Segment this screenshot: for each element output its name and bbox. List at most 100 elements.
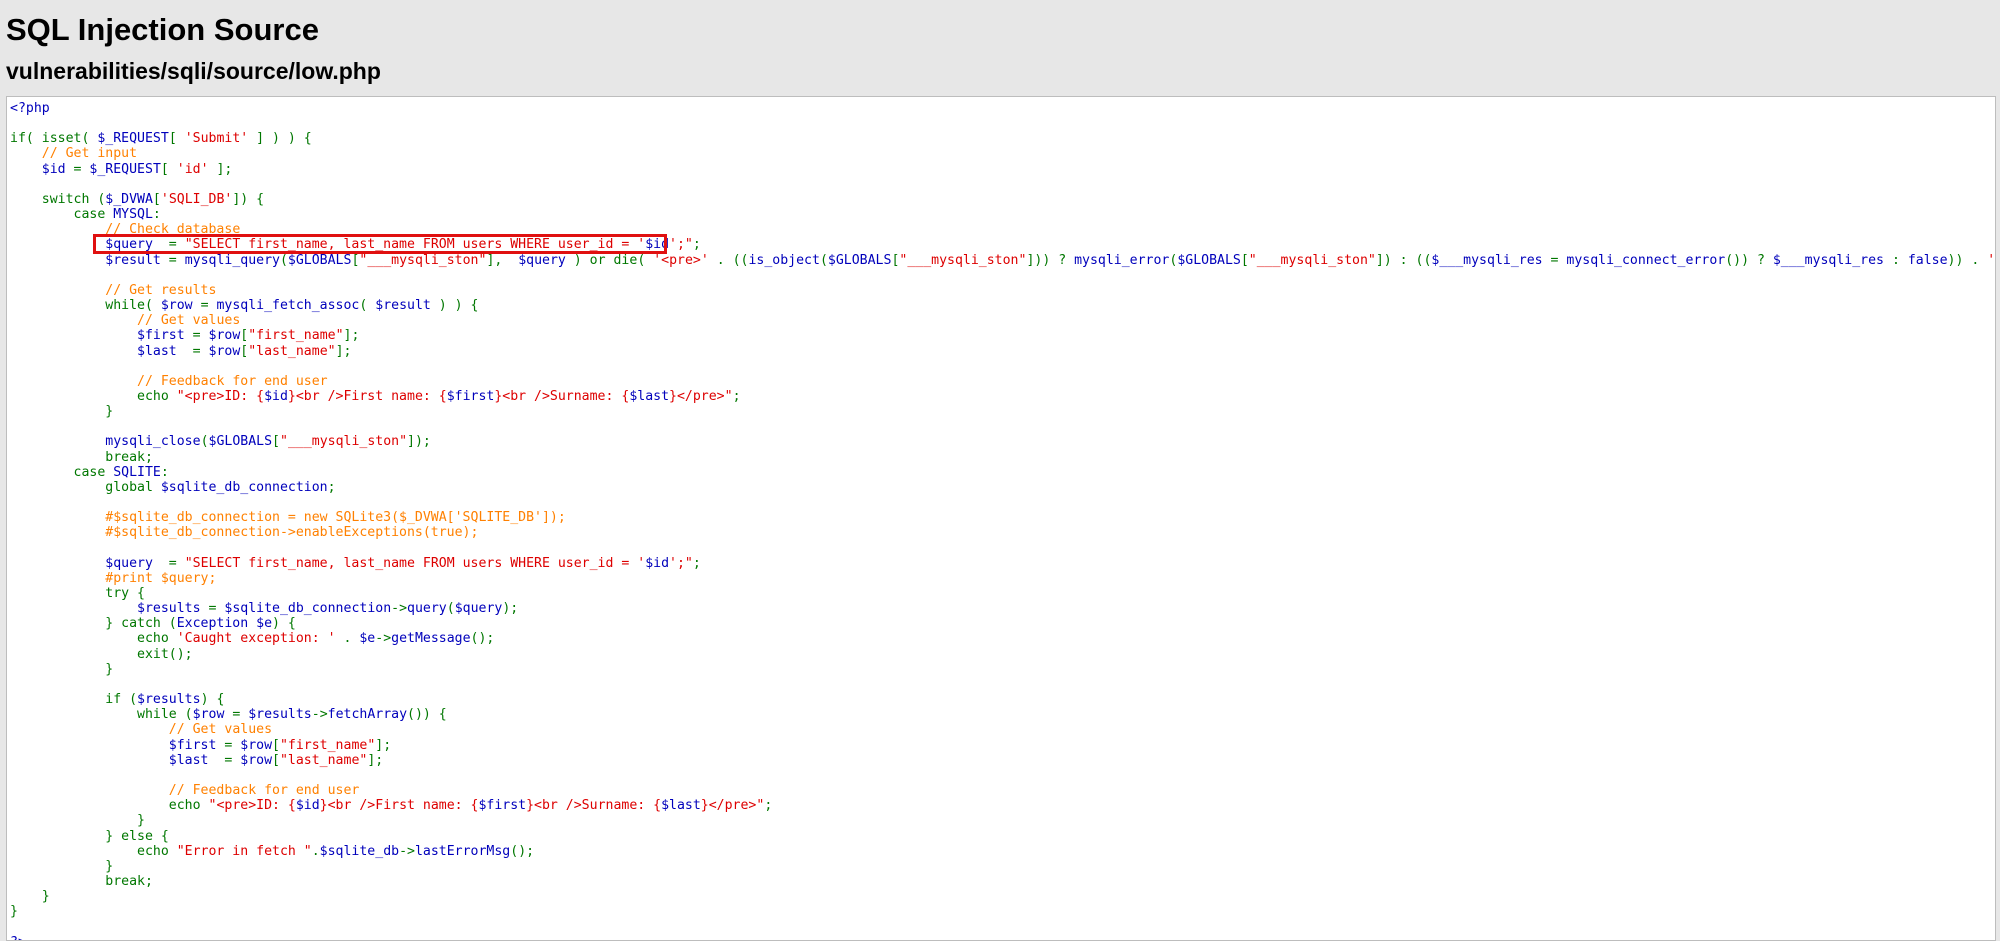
code-token: ( [819, 252, 828, 268]
code-line: } [10, 662, 113, 677]
code-line: // Feedback for end user [10, 374, 328, 389]
code-line: // Get results [10, 283, 216, 298]
code-line: // Get values [10, 313, 240, 328]
code-token: fetchArray [327, 707, 408, 723]
code-token: [ [152, 191, 161, 207]
code-token: . [311, 843, 320, 859]
code-token: 'SQLI_DB' [160, 191, 233, 207]
code-token: } catch ( [10, 616, 177, 632]
code-line: $query = "SELECT first_name, last_name F… [10, 237, 701, 252]
code-token: echo [10, 631, 177, 647]
code-token: '</pre>' [1987, 252, 1996, 268]
code-token: }<br />Surname: { [526, 798, 662, 814]
code-line: // Get input [10, 146, 137, 161]
code-line: mysqli_close($GLOBALS["___mysqli_ston"])… [10, 434, 431, 449]
code-token: $results [137, 692, 201, 708]
code-token: ], [486, 252, 519, 268]
code-token: 'Caught exception: ' [176, 631, 336, 647]
code-token: ]); [407, 434, 431, 450]
code-line: #$sqlite_db_connection = new SQLite3($_D… [10, 510, 566, 525]
code-line: while( $row = mysqli_fetch_assoc( $resul… [10, 298, 478, 313]
code-line: #print $query; [10, 571, 216, 586]
code-token: #print $query; [105, 570, 217, 586]
code-token: #$sqlite_db_connection = new SQLite3($_D… [105, 510, 566, 526]
code-line: echo "<pre>ID: {$id}<br />First name: {$… [10, 798, 773, 814]
code-token: [ [168, 131, 185, 147]
code-token: -> [391, 601, 408, 617]
code-token: $_DVWA [105, 191, 153, 207]
code-token: ) or die( [565, 252, 654, 268]
code-token: case [10, 464, 114, 480]
code-token: getMessage [391, 631, 471, 647]
code-token: "SELECT first_name, last_name FROM users… [184, 555, 646, 571]
code-line: } [10, 813, 145, 828]
code-token: ( [200, 434, 209, 450]
code-line: echo "Error in fetch ".$sqlite_db->lastE… [10, 844, 534, 859]
code-token: $_REQUEST [89, 161, 161, 177]
code-token: ( [359, 298, 376, 314]
code-line: } else { [10, 829, 169, 844]
code-line: <?php [10, 101, 50, 116]
code-token: ] ) ) { [248, 131, 312, 147]
code-token: mysqli_error [1074, 252, 1170, 268]
code-token: "___mysqli_ston" [280, 434, 408, 450]
code-token: "___mysqli_ston" [1248, 252, 1376, 268]
code-token: while ( [10, 707, 193, 723]
code-token: $last [661, 798, 701, 814]
code-token: $row [240, 752, 273, 768]
code-token: ( [446, 601, 455, 617]
code-token: global [10, 479, 161, 495]
code-token: $id [645, 237, 670, 253]
code-token: (); [510, 843, 535, 859]
code-line: } [10, 904, 18, 919]
code-token: query [407, 601, 447, 617]
code-token: // Get values [137, 313, 241, 329]
php-source-code: <?php if( isset( $_REQUEST[ 'Submit' ] )… [7, 97, 1996, 940]
code-token: = [160, 252, 185, 268]
code-token: = [152, 237, 185, 253]
code-line: if ($results) { [10, 692, 224, 707]
code-token: ';" [669, 237, 693, 253]
code-token: ; [764, 798, 773, 814]
code-token: ( [279, 252, 288, 268]
code-token: ]; [375, 737, 392, 753]
code-token: $GLOBALS [287, 252, 352, 268]
code-token: [ [272, 737, 280, 753]
code-token: [ [272, 752, 280, 768]
code-token: }<br />Surname: { [494, 388, 630, 404]
code-token: // Check database [105, 222, 241, 238]
code-line: $results = $sqlite_db_connection->query(… [10, 601, 518, 616]
code-token: $row [160, 298, 193, 314]
code-token: $query [454, 601, 503, 617]
code-token: <?php [10, 101, 50, 116]
code-token: $query [518, 252, 566, 268]
code-token: $e [359, 631, 376, 647]
code-line: switch ($_DVWA['SQLI_DB']) { [10, 192, 264, 207]
code-token: ) ) { [430, 298, 479, 314]
code-token: exit(); [10, 646, 193, 662]
code-token: = [192, 298, 217, 314]
code-token: ; [327, 479, 336, 495]
code-token: $GLOBALS [1177, 252, 1241, 268]
code-token: mysqli_close [105, 434, 201, 450]
code-token: $row [208, 343, 241, 359]
code-token: $id [41, 161, 66, 177]
code-token: }</pre>" [700, 798, 765, 814]
code-token: mysqli_connect_error [1566, 252, 1726, 268]
code-token: // Get input [41, 146, 138, 162]
code-line: global $sqlite_db_connection; [10, 479, 336, 495]
code-token: break; [10, 873, 153, 889]
code-token: 'id' [176, 161, 209, 177]
code-token: = [216, 737, 241, 753]
code-token: [ [272, 434, 280, 450]
code-token: $results [248, 707, 312, 723]
code-token: $first [478, 798, 527, 814]
